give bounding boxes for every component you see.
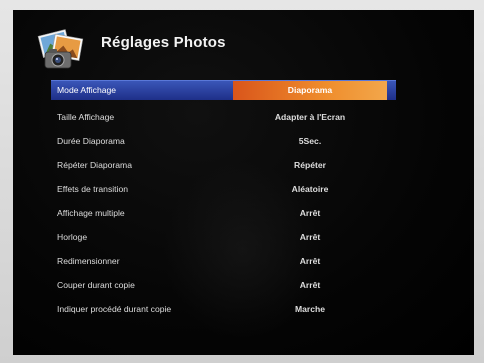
menu-item-redimensionner[interactable]: Redimensionner Arrêt [51, 249, 396, 273]
menu-item-label: Redimensionner [57, 256, 120, 266]
menu-item-label: Effets de transition [57, 184, 129, 194]
menu-item-value[interactable]: Arrêt [233, 249, 387, 273]
menu-item-duree-diaporama[interactable]: Durée Diaporama 5Sec. [51, 129, 396, 153]
menu-item-label: Mode Affichage [57, 85, 117, 95]
menu-item-value[interactable]: 5Sec. [233, 129, 387, 153]
tv-bezel: Réglages Photos Mode Affichage Diaporama… [0, 0, 484, 363]
menu-item-label: Horloge [57, 232, 88, 242]
settings-menu: Mode Affichage Diaporama Taille Affichag… [51, 80, 396, 321]
menu-item-label: Répéter Diaporama [57, 160, 132, 170]
menu-item-value[interactable]: Arrêt [233, 273, 387, 297]
menu-item-repeter-diaporama[interactable]: Répéter Diaporama Répéter [51, 153, 396, 177]
menu-item-couper-durant-copie[interactable]: Couper durant copie Arrêt [51, 273, 396, 297]
menu-item-indiquer-procede[interactable]: Indiquer procédé durant copie Marche [51, 297, 396, 321]
header: Réglages Photos [33, 16, 453, 76]
menu-item-label: Durée Diaporama [57, 136, 125, 146]
menu-item-taille-affichage[interactable]: Taille Affichage Adapter à l'Ecran [51, 105, 396, 129]
menu-item-horloge[interactable]: Horloge Arrêt [51, 225, 396, 249]
photo-settings-icon [37, 26, 87, 72]
menu-item-value[interactable]: Répéter [233, 153, 387, 177]
menu-item-value[interactable]: Arrêt [233, 201, 387, 225]
tv-screen: Réglages Photos Mode Affichage Diaporama… [13, 10, 474, 355]
menu-item-value[interactable]: Arrêt [233, 225, 387, 249]
menu-item-affichage-multiple[interactable]: Affichage multiple Arrêt [51, 201, 396, 225]
menu-item-label: Affichage multiple [57, 208, 125, 218]
menu-item-value[interactable]: Diaporama [233, 81, 387, 100]
menu-item-effets-transition[interactable]: Effets de transition Aléatoire [51, 177, 396, 201]
menu-item-mode-affichage[interactable]: Mode Affichage Diaporama [51, 80, 396, 100]
menu-item-label: Couper durant copie [57, 280, 135, 290]
page-title: Réglages Photos [101, 34, 226, 51]
menu-item-value[interactable]: Marche [233, 297, 387, 321]
menu-item-label: Indiquer procédé durant copie [57, 304, 172, 314]
menu-item-value[interactable]: Aléatoire [233, 177, 387, 201]
menu-item-label: Taille Affichage [57, 112, 115, 122]
menu-item-value[interactable]: Adapter à l'Ecran [233, 105, 387, 129]
